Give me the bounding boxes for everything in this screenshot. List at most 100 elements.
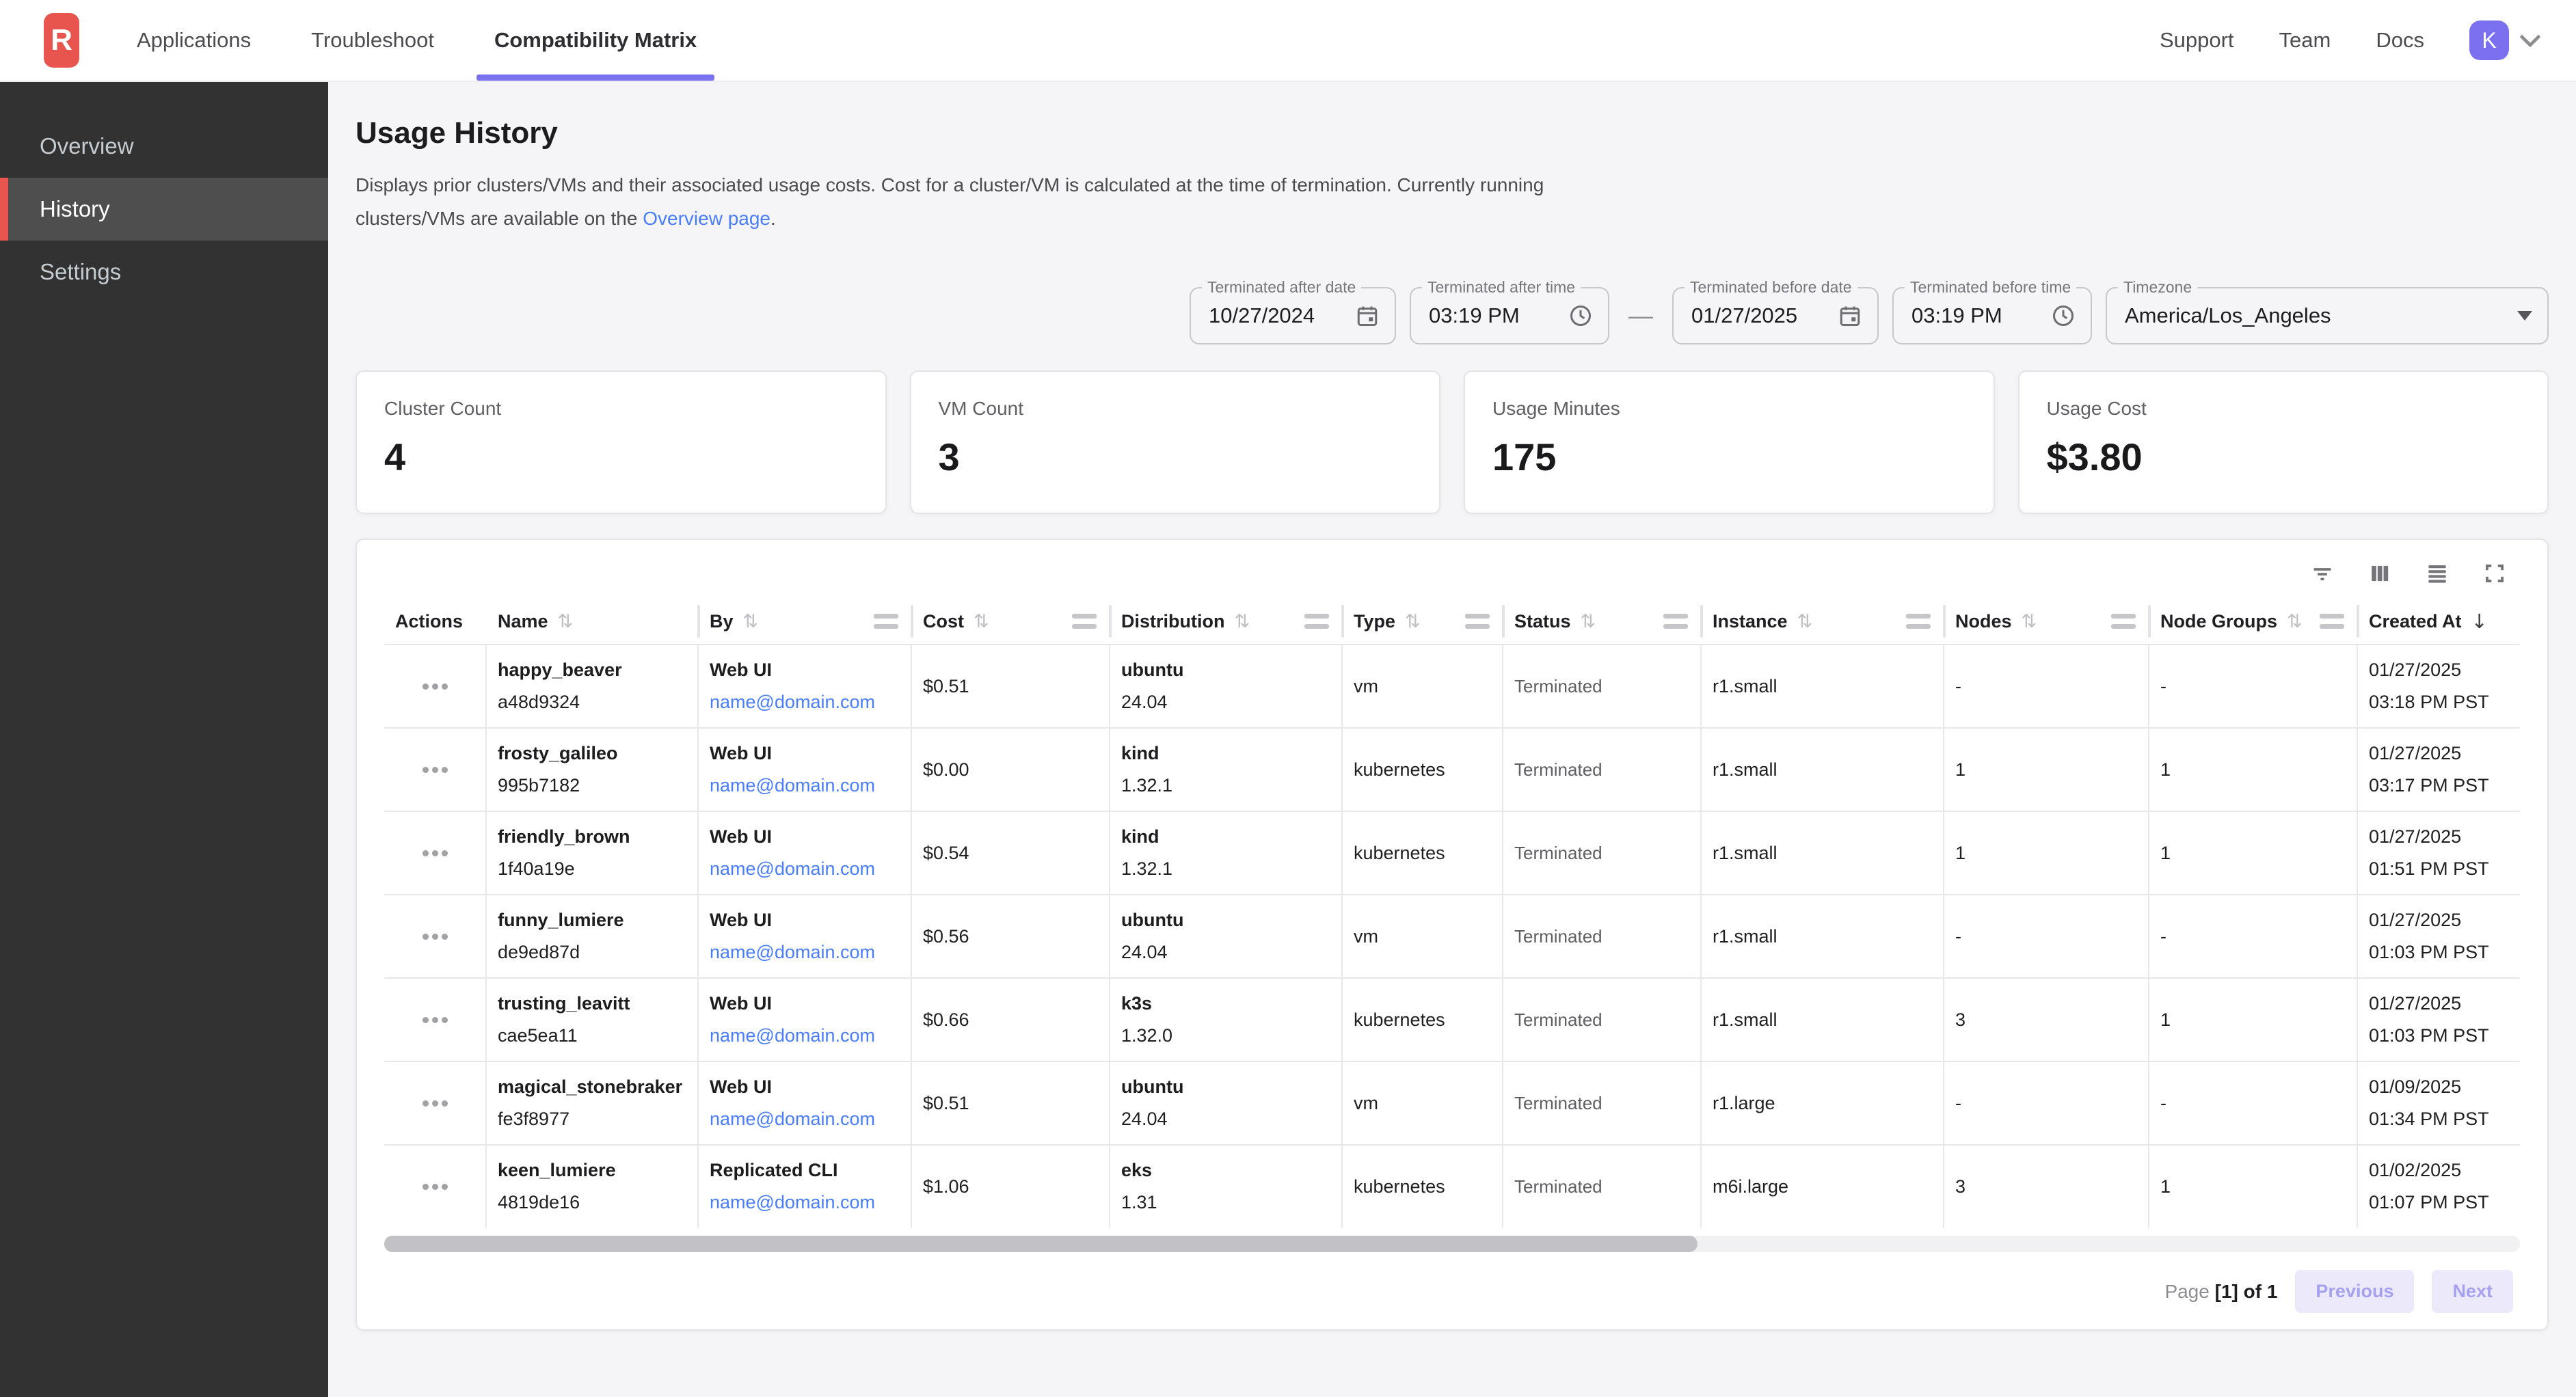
- columns-icon[interactable]: [2367, 560, 2393, 586]
- cell-created-at: 01/27/202501:51 PM PST: [2358, 812, 2520, 894]
- email-link[interactable]: name@domain.com: [710, 942, 911, 963]
- cell-created-at: 01/27/202501:03 PM PST: [2358, 895, 2520, 977]
- cell-distribution: kind1.32.1: [1110, 812, 1343, 894]
- column-menu-icon[interactable]: [1072, 614, 1097, 629]
- account-menu[interactable]: K: [2469, 21, 2538, 60]
- calendar-icon[interactable]: [1355, 303, 1380, 328]
- email-link[interactable]: name@domain.com: [710, 1109, 911, 1130]
- fullscreen-icon[interactable]: [2482, 560, 2508, 586]
- column-menu-icon[interactable]: [1663, 614, 1688, 629]
- table-row: keen_lumiere4819de16 Replicated CLIname@…: [384, 1144, 2520, 1228]
- replicated-logo[interactable]: R: [44, 13, 79, 68]
- sort-icon[interactable]: ⇅: [1234, 611, 1250, 632]
- email-link[interactable]: name@domain.com: [710, 775, 911, 796]
- row-actions-button[interactable]: [384, 1062, 487, 1144]
- cell-nodes: 1: [1944, 812, 2149, 894]
- cell-status: Terminated: [1503, 1145, 1702, 1228]
- row-actions-button[interactable]: [384, 812, 487, 894]
- sort-icon[interactable]: ⇅: [558, 611, 574, 632]
- cell-status: Terminated: [1503, 979, 1702, 1061]
- column-header-name[interactable]: Name⇅: [487, 599, 699, 644]
- column-menu-icon[interactable]: [1906, 614, 1931, 629]
- next-page-button[interactable]: Next: [2432, 1270, 2513, 1313]
- sidebar-item-overview[interactable]: Overview: [0, 115, 328, 178]
- sort-icon[interactable]: ⇅: [1581, 611, 1596, 632]
- cell-name: keen_lumiere4819de16: [487, 1145, 699, 1228]
- column-menu-icon[interactable]: [2320, 614, 2344, 629]
- sort-icon[interactable]: ⇅: [2287, 611, 2303, 632]
- horizontal-scrollbar[interactable]: [384, 1236, 2520, 1252]
- main-content: Usage History Displays prior clusters/VM…: [328, 82, 2576, 1397]
- row-actions-button[interactable]: [384, 729, 487, 811]
- usage-history-table: Actions Name⇅ By⇅ Cost⇅ Distribution⇅ Ty…: [384, 599, 2520, 1228]
- email-link[interactable]: name@domain.com: [710, 1025, 911, 1046]
- timezone-select[interactable]: Timezone America/Los_Angeles: [2106, 287, 2549, 344]
- avatar[interactable]: K: [2469, 21, 2509, 60]
- tab-troubleshoot[interactable]: Troubleshoot: [281, 0, 464, 81]
- row-actions-button[interactable]: [384, 1145, 487, 1228]
- overview-page-link[interactable]: Overview page: [643, 208, 770, 229]
- terminated-before-time-field[interactable]: Terminated before time 03:19 PM: [1892, 287, 2092, 344]
- horizontal-scrollbar-thumb[interactable]: [384, 1236, 1698, 1252]
- column-header-created-at[interactable]: Created At↓: [2358, 599, 2520, 644]
- column-header-cost[interactable]: Cost⇅: [912, 599, 1110, 644]
- column-header-distribution[interactable]: Distribution⇅: [1110, 599, 1343, 644]
- table-header-row: Actions Name⇅ By⇅ Cost⇅ Distribution⇅ Ty…: [384, 599, 2520, 644]
- sidebar-item-settings[interactable]: Settings: [0, 241, 328, 303]
- sidebar-item-history[interactable]: History: [0, 178, 328, 241]
- clock-icon[interactable]: [1568, 303, 1593, 328]
- sort-icon[interactable]: ⇅: [974, 611, 989, 632]
- previous-page-button[interactable]: Previous: [2295, 1270, 2414, 1313]
- email-link[interactable]: name@domain.com: [710, 858, 911, 880]
- row-actions-button[interactable]: [384, 645, 487, 727]
- sort-icon[interactable]: ⇅: [2022, 611, 2037, 632]
- sort-icon[interactable]: ⇅: [1405, 611, 1421, 632]
- cell-type: vm: [1343, 895, 1503, 977]
- column-menu-icon[interactable]: [1465, 614, 1490, 629]
- support-link[interactable]: Support: [2160, 28, 2234, 53]
- cell-name: frosty_galileo995b7182: [487, 729, 699, 811]
- cell-cost: $1.06: [912, 1145, 1110, 1228]
- clock-icon[interactable]: [2051, 303, 2076, 328]
- column-menu-icon[interactable]: [2111, 614, 2136, 629]
- top-nav: R Applications Troubleshoot Compatibilit…: [0, 0, 2576, 82]
- cell-distribution: ubuntu24.04: [1110, 645, 1343, 727]
- cell-created-at: 01/09/202501:34 PM PST: [2358, 1062, 2520, 1144]
- stat-cards: Cluster Count 4 VM Count 3 Usage Minutes…: [355, 370, 2549, 514]
- column-header-node-groups[interactable]: Node Groups⇅: [2149, 599, 2358, 644]
- column-header-type[interactable]: Type⇅: [1343, 599, 1503, 644]
- row-actions-button[interactable]: [384, 979, 487, 1061]
- email-link[interactable]: name@domain.com: [710, 692, 911, 713]
- docs-link[interactable]: Docs: [2376, 28, 2424, 53]
- sort-icon[interactable]: ⇅: [1797, 611, 1813, 632]
- column-header-instance[interactable]: Instance⇅: [1702, 599, 1944, 644]
- column-menu-icon[interactable]: [874, 614, 898, 629]
- tab-compatibility-matrix[interactable]: Compatibility Matrix: [464, 0, 727, 81]
- cell-nodes: 3: [1944, 1145, 2149, 1228]
- team-link[interactable]: Team: [2279, 28, 2331, 53]
- terminated-after-date-field[interactable]: Terminated after date 10/27/2024: [1190, 287, 1396, 344]
- cell-status: Terminated: [1503, 1062, 1702, 1144]
- column-header-nodes[interactable]: Nodes⇅: [1944, 599, 2149, 644]
- tab-applications[interactable]: Applications: [107, 0, 281, 81]
- calendar-icon[interactable]: [1838, 303, 1862, 328]
- filter-icon[interactable]: [2309, 560, 2335, 586]
- usage-history-table-card: Actions Name⇅ By⇅ Cost⇅ Distribution⇅ Ty…: [355, 539, 2549, 1331]
- timezone-label: Timezone: [2118, 278, 2197, 297]
- stat-value: 175: [1492, 435, 1966, 479]
- density-icon[interactable]: [2424, 560, 2450, 586]
- column-header-status[interactable]: Status⇅: [1503, 599, 1702, 644]
- sort-icon[interactable]: ⇅: [743, 611, 759, 632]
- terminated-after-time-field[interactable]: Terminated after time 03:19 PM: [1410, 287, 1609, 344]
- row-actions-button[interactable]: [384, 895, 487, 977]
- email-link[interactable]: name@domain.com: [710, 1192, 911, 1213]
- cell-cost: $0.00: [912, 729, 1110, 811]
- sort-desc-icon[interactable]: ↓: [2471, 610, 2488, 633]
- cell-nodes: -: [1944, 895, 2149, 977]
- column-menu-icon[interactable]: [1304, 614, 1329, 629]
- cell-created-at: 01/27/202501:03 PM PST: [2358, 979, 2520, 1061]
- column-header-by[interactable]: By⇅: [699, 599, 912, 644]
- cell-instance: m6i.large: [1702, 1145, 1944, 1228]
- cell-instance: r1.small: [1702, 729, 1944, 811]
- terminated-before-date-field[interactable]: Terminated before date 01/27/2025: [1672, 287, 1879, 344]
